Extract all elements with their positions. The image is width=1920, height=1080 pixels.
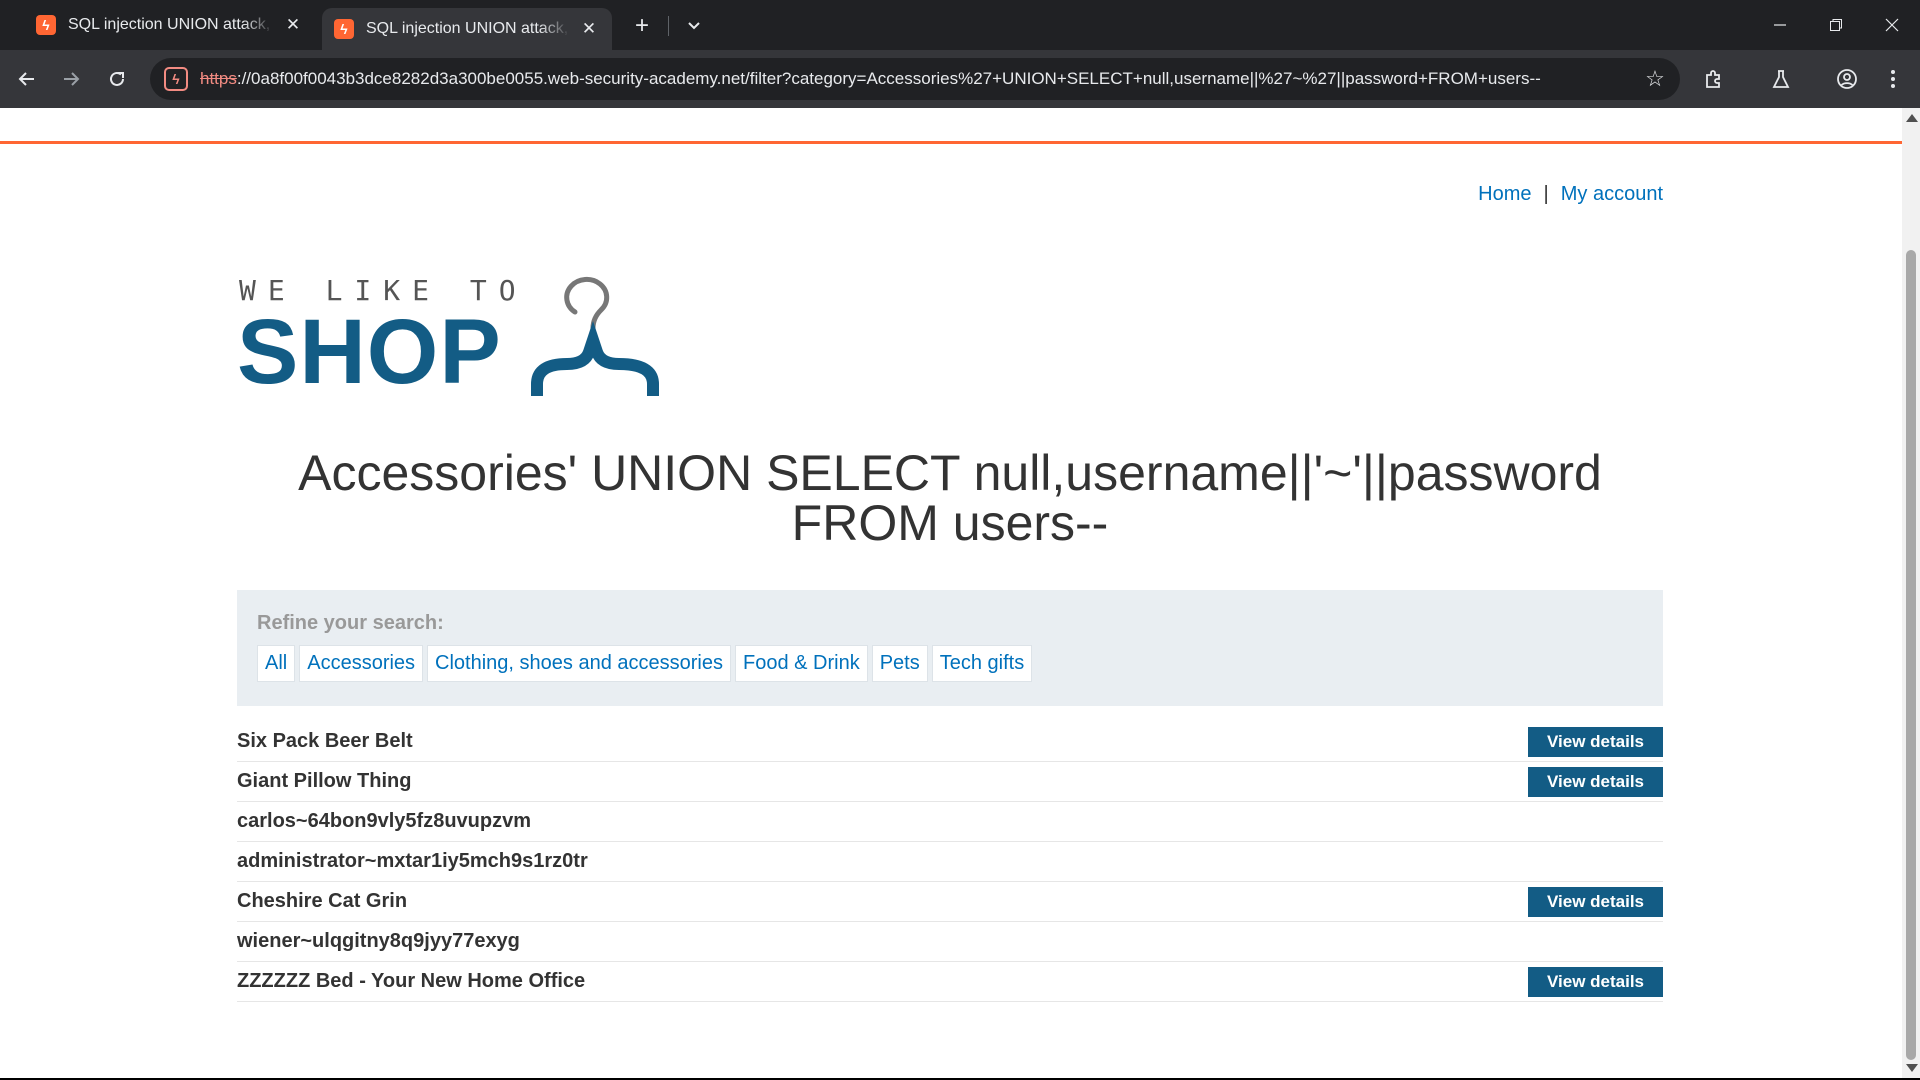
top-navigation: Home | My account (1478, 183, 1663, 206)
view-details-button[interactable]: View details (1528, 766, 1663, 797)
close-icon[interactable]: ✕ (578, 18, 600, 40)
category-food-drink[interactable]: Food & Drink (735, 645, 868, 682)
bookmark-star-icon[interactable]: ☆ (1638, 62, 1672, 96)
back-arrow-icon[interactable] (10, 62, 44, 96)
table-row: administrator~mxtar1iy5mch9s1rz0tr (237, 842, 1663, 882)
product-name: Giant Pillow Thing (237, 770, 412, 792)
page-title-line-2: FROM users-- (791, 495, 1109, 551)
new-tab-icon[interactable]: + (628, 12, 656, 40)
extensions-icon[interactable] (1696, 62, 1730, 96)
coat-hanger-icon (531, 276, 659, 396)
scrollbar-thumb[interactable] (1906, 250, 1916, 1060)
table-row: Cheshire Cat Grin View details (237, 882, 1663, 922)
tab-strip: ϟ SQL injection UNION attack, ret ✕ ϟ SQ… (0, 0, 1920, 50)
leaked-credential: wiener~ulqgitny8q9jyy77exyg (237, 930, 520, 952)
view-details-button[interactable]: View details (1528, 726, 1663, 757)
table-row: Giant Pillow Thing View details (237, 762, 1663, 802)
tab-title: SQL injection UNION attack, ret (68, 16, 274, 33)
category-accessories[interactable]: Accessories (299, 645, 424, 682)
view-details-button[interactable]: View details (1528, 886, 1663, 917)
refine-search-label: Refine your search: (257, 612, 444, 634)
forward-arrow-icon[interactable] (54, 62, 88, 96)
tab-1[interactable]: ϟ SQL injection UNION attack, ret ✕ (24, 8, 316, 42)
burp-lightning-icon: ϟ (36, 15, 56, 35)
product-name: Cheshire Cat Grin (237, 890, 408, 912)
browser-toolbar: ϟ https://0a8f00f0043b3dce8282d3a300be00… (0, 50, 1920, 108)
product-name: ZZZZZZ Bed - Your New Home Office (237, 970, 586, 992)
view-details-button[interactable]: View details (1528, 966, 1663, 997)
url-path: ://0a8f00f0043b3dce8282d3a300be0055.web-… (236, 69, 1541, 88)
page-title-line-1: Accessories' UNION SELECT null,username|… (298, 445, 1602, 501)
header-rule (0, 141, 1902, 144)
leaked-credential: carlos~64bon9vly5fz8uvupzvm (237, 810, 532, 832)
category-pets[interactable]: Pets (871, 645, 928, 682)
burp-lightning-icon: ϟ (334, 19, 354, 39)
menu-kebab-icon[interactable] (1876, 62, 1910, 96)
leaked-credential: administrator~mxtar1iy5mch9s1rz0tr (237, 850, 588, 872)
product-table: Six Pack Beer Belt View details Giant Pi… (237, 722, 1663, 1002)
category-filter-panel: Refine your search: All Accessories Clot… (237, 590, 1663, 706)
shop-logo[interactable]: WE LIKE TO SHOP (237, 270, 687, 400)
category-tech-gifts[interactable]: Tech gifts (931, 645, 1033, 682)
table-row: carlos~64bon9vly5fz8uvupzvm (237, 802, 1663, 842)
labs-flask-icon[interactable] (1764, 62, 1798, 96)
reload-icon[interactable] (100, 62, 134, 96)
table-row: wiener~ulqgitny8q9jyy77exyg (237, 922, 1663, 962)
category-all[interactable]: All (257, 645, 296, 682)
url-text[interactable]: https://0a8f00f0043b3dce8282d3a300be0055… (200, 69, 1638, 89)
tab-separator (668, 16, 669, 36)
scroll-up-arrow-icon[interactable] (1906, 114, 1918, 122)
tab-title: SQL injection UNION attack, ret (366, 20, 570, 37)
close-window-icon[interactable] (1864, 0, 1920, 50)
minimize-icon[interactable] (1752, 0, 1808, 50)
logo-wordmark: SHOP (237, 301, 502, 403)
page-viewport: Home | My account WE LIKE TO SHOP Access… (0, 108, 1902, 1078)
not-secure-icon[interactable]: ϟ (164, 67, 188, 91)
restore-icon[interactable] (1808, 0, 1864, 50)
chevron-down-icon[interactable] (680, 12, 708, 40)
product-name: Six Pack Beer Belt (237, 730, 413, 752)
address-bar[interactable]: ϟ https://0a8f00f0043b3dce8282d3a300be00… (150, 58, 1680, 100)
tab-2[interactable]: ϟ SQL injection UNION attack, ret ✕ (322, 8, 612, 50)
profile-icon[interactable] (1830, 62, 1864, 96)
category-filter-list: All Accessories Clothing, shoes and acce… (257, 645, 1643, 682)
url-scheme: https (200, 69, 237, 88)
vertical-scrollbar[interactable] (1902, 108, 1920, 1078)
home-link[interactable]: Home (1478, 183, 1531, 206)
my-account-link[interactable]: My account (1561, 183, 1663, 206)
nav-separator: | (1543, 183, 1549, 205)
table-row: ZZZZZZ Bed - Your New Home Office View d… (237, 962, 1663, 1002)
page-title: Accessories' UNION SELECT null,username|… (237, 448, 1663, 548)
close-icon[interactable]: ✕ (282, 14, 304, 36)
category-clothing[interactable]: Clothing, shoes and accessories (427, 645, 731, 682)
scroll-down-arrow-icon[interactable] (1906, 1064, 1918, 1072)
table-row: Six Pack Beer Belt View details (237, 722, 1663, 762)
